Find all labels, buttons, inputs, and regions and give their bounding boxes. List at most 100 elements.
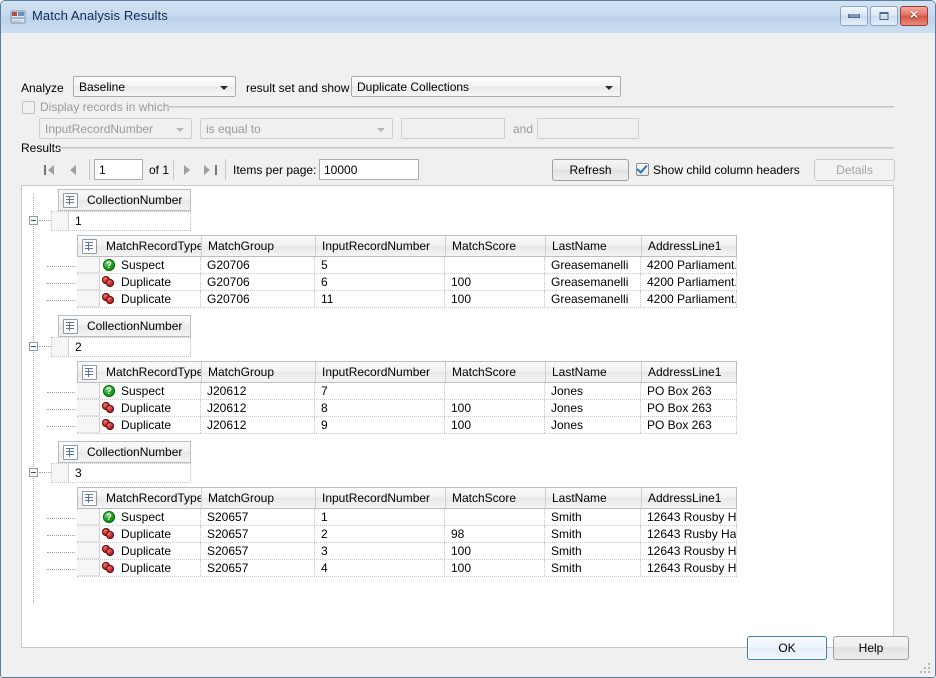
results-panel[interactable]: CollectionNumber 1 MatchRecordType xyxy=(21,185,894,648)
match-score-cell: 100 xyxy=(445,543,545,559)
row-selector[interactable] xyxy=(77,274,100,290)
row-selector[interactable] xyxy=(77,383,100,399)
child-column-header[interactable]: AddressLine1 xyxy=(642,236,738,256)
filter-value2-input[interactable] xyxy=(537,118,639,139)
table-row[interactable]: Duplicate J20612 9 100 Jones PO Box 263 xyxy=(77,417,737,434)
filter-field-dropdown[interactable]: InputRecordNumber xyxy=(39,118,192,139)
chevron-down-icon xyxy=(176,128,184,132)
table-row[interactable]: Suspect ? S20657 1 Smith 12643 Rousby H.… xyxy=(77,509,737,526)
prev-page-button[interactable] xyxy=(66,161,83,178)
display-records-checkbox[interactable] xyxy=(22,101,35,114)
child-column-header[interactable]: MatchGroup xyxy=(202,362,316,382)
grid-icon xyxy=(82,239,97,254)
collapse-expander[interactable] xyxy=(29,468,38,477)
match-record-type-cell: Suspect xyxy=(100,257,201,273)
chevron-down-icon xyxy=(605,86,613,90)
items-per-page-value: 10000 xyxy=(324,163,357,177)
maximize-button[interactable] xyxy=(870,6,898,26)
row-selector[interactable] xyxy=(77,291,100,307)
analyze-dropdown[interactable]: Baseline xyxy=(73,76,236,97)
show-dropdown[interactable]: Duplicate Collections xyxy=(351,76,621,97)
child-column-header[interactable]: MatchScore xyxy=(446,236,546,256)
collection-number-value: 2 xyxy=(69,338,190,356)
child-column-header[interactable]: MatchRecordType xyxy=(100,236,202,256)
show-child-headers-checkbox[interactable] xyxy=(636,163,649,176)
tree-connector xyxy=(39,220,51,222)
analyze-label: Analyze xyxy=(21,81,64,95)
suspect-icon: ? xyxy=(103,511,115,523)
child-column-header[interactable]: LastName xyxy=(546,488,642,508)
table-row[interactable]: Duplicate S20657 4 100 Smith 12643 Rousb… xyxy=(77,560,737,577)
parent-value-row[interactable]: 3 xyxy=(51,463,191,483)
filter-value1-input[interactable] xyxy=(401,118,505,139)
row-selector[interactable] xyxy=(52,338,69,356)
table-row[interactable]: Duplicate J20612 8 100 Jones PO Box 263 xyxy=(77,400,737,417)
child-column-header[interactable]: InputRecordNumber xyxy=(316,362,446,382)
match-record-type-cell: Duplicate xyxy=(100,400,201,416)
child-column-header[interactable]: MatchGroup xyxy=(202,488,316,508)
results-group-label: Results xyxy=(21,141,61,155)
child-column-header[interactable]: InputRecordNumber xyxy=(316,236,446,256)
parent-header-row: CollectionNumber xyxy=(58,315,191,337)
child-column-header[interactable]: AddressLine1 xyxy=(642,488,738,508)
child-column-header[interactable]: LastName xyxy=(546,236,642,256)
child-column-header[interactable]: InputRecordNumber xyxy=(316,488,446,508)
child-column-header[interactable]: MatchScore xyxy=(446,362,546,382)
row-selector[interactable] xyxy=(77,400,100,416)
items-per-page-input[interactable]: 10000 xyxy=(319,159,419,180)
row-selector[interactable] xyxy=(52,464,69,482)
details-label: Details xyxy=(836,163,873,177)
table-row[interactable]: Duplicate S20657 2 98 Smith 12643 Rusby … xyxy=(77,526,737,543)
parent-value-row[interactable]: 2 xyxy=(51,337,191,357)
child-column-header[interactable]: LastName xyxy=(546,362,642,382)
first-page-button[interactable] xyxy=(41,161,58,178)
table-row[interactable]: Duplicate G20706 6 100 Greasemanelli 420… xyxy=(77,274,737,291)
tree-trunk xyxy=(33,194,35,603)
row-selector[interactable] xyxy=(77,560,100,576)
filter-operator-dropdown[interactable]: is equal to xyxy=(200,118,393,139)
row-selector[interactable] xyxy=(52,212,69,230)
page-number-input[interactable]: 1 xyxy=(94,159,143,180)
row-selector[interactable] xyxy=(77,509,100,525)
title-bar: Match Analysis Results ✕ xyxy=(1,1,935,34)
row-selector[interactable] xyxy=(77,526,100,542)
child-column-header[interactable]: MatchRecordType xyxy=(100,362,202,382)
input-record-number-cell: 7 xyxy=(315,383,445,399)
suspect-icon: ? xyxy=(103,259,115,271)
row-selector[interactable] xyxy=(77,417,100,433)
help-button[interactable]: Help xyxy=(833,636,909,660)
parent-value-row[interactable]: 1 xyxy=(51,211,191,231)
input-record-number-cell: 5 xyxy=(315,257,445,273)
match-record-type-cell: Duplicate xyxy=(100,291,201,307)
child-column-header[interactable]: MatchScore xyxy=(446,488,546,508)
child-column-header[interactable]: MatchGroup xyxy=(202,236,316,256)
child-column-header[interactable]: MatchRecordType xyxy=(100,488,202,508)
ok-button[interactable]: OK xyxy=(747,636,827,660)
match-score-cell: 98 xyxy=(445,526,545,542)
last-page-button[interactable] xyxy=(203,161,220,178)
table-row[interactable]: Duplicate S20657 3 100 Smith 12643 Rousb… xyxy=(77,543,737,560)
close-button[interactable]: ✕ xyxy=(900,6,928,26)
child-column-header[interactable]: AddressLine1 xyxy=(642,362,738,382)
input-record-number-cell: 4 xyxy=(315,560,445,576)
address-line1-cell: 4200 Parliament... xyxy=(641,257,737,273)
match-record-type-cell: Duplicate xyxy=(100,417,201,433)
refresh-button[interactable]: Refresh xyxy=(552,159,629,181)
address-line1-cell: 12643 Rousby H... xyxy=(641,543,737,559)
resize-grip[interactable] xyxy=(920,663,932,675)
next-page-button[interactable] xyxy=(179,161,196,178)
table-row[interactable]: Suspect ? J20612 7 Jones PO Box 263 xyxy=(77,383,737,400)
result-set-label: result set and show xyxy=(246,81,349,95)
details-button[interactable]: Details xyxy=(814,159,895,181)
grid-icon xyxy=(82,491,97,506)
filter-group-divider xyxy=(167,106,894,108)
table-row[interactable]: Duplicate G20706 11 100 Greasemanelli 42… xyxy=(77,291,737,308)
collapse-expander[interactable] xyxy=(29,216,38,225)
minimize-button[interactable] xyxy=(840,6,868,26)
row-selector[interactable] xyxy=(77,543,100,559)
match-group-cell: S20657 xyxy=(201,509,315,525)
match-record-type-cell: Duplicate xyxy=(100,274,201,290)
collapse-expander[interactable] xyxy=(29,342,38,351)
table-row[interactable]: Suspect ? G20706 5 Greasemanelli 4200 Pa… xyxy=(77,257,737,274)
row-selector[interactable] xyxy=(77,257,100,273)
